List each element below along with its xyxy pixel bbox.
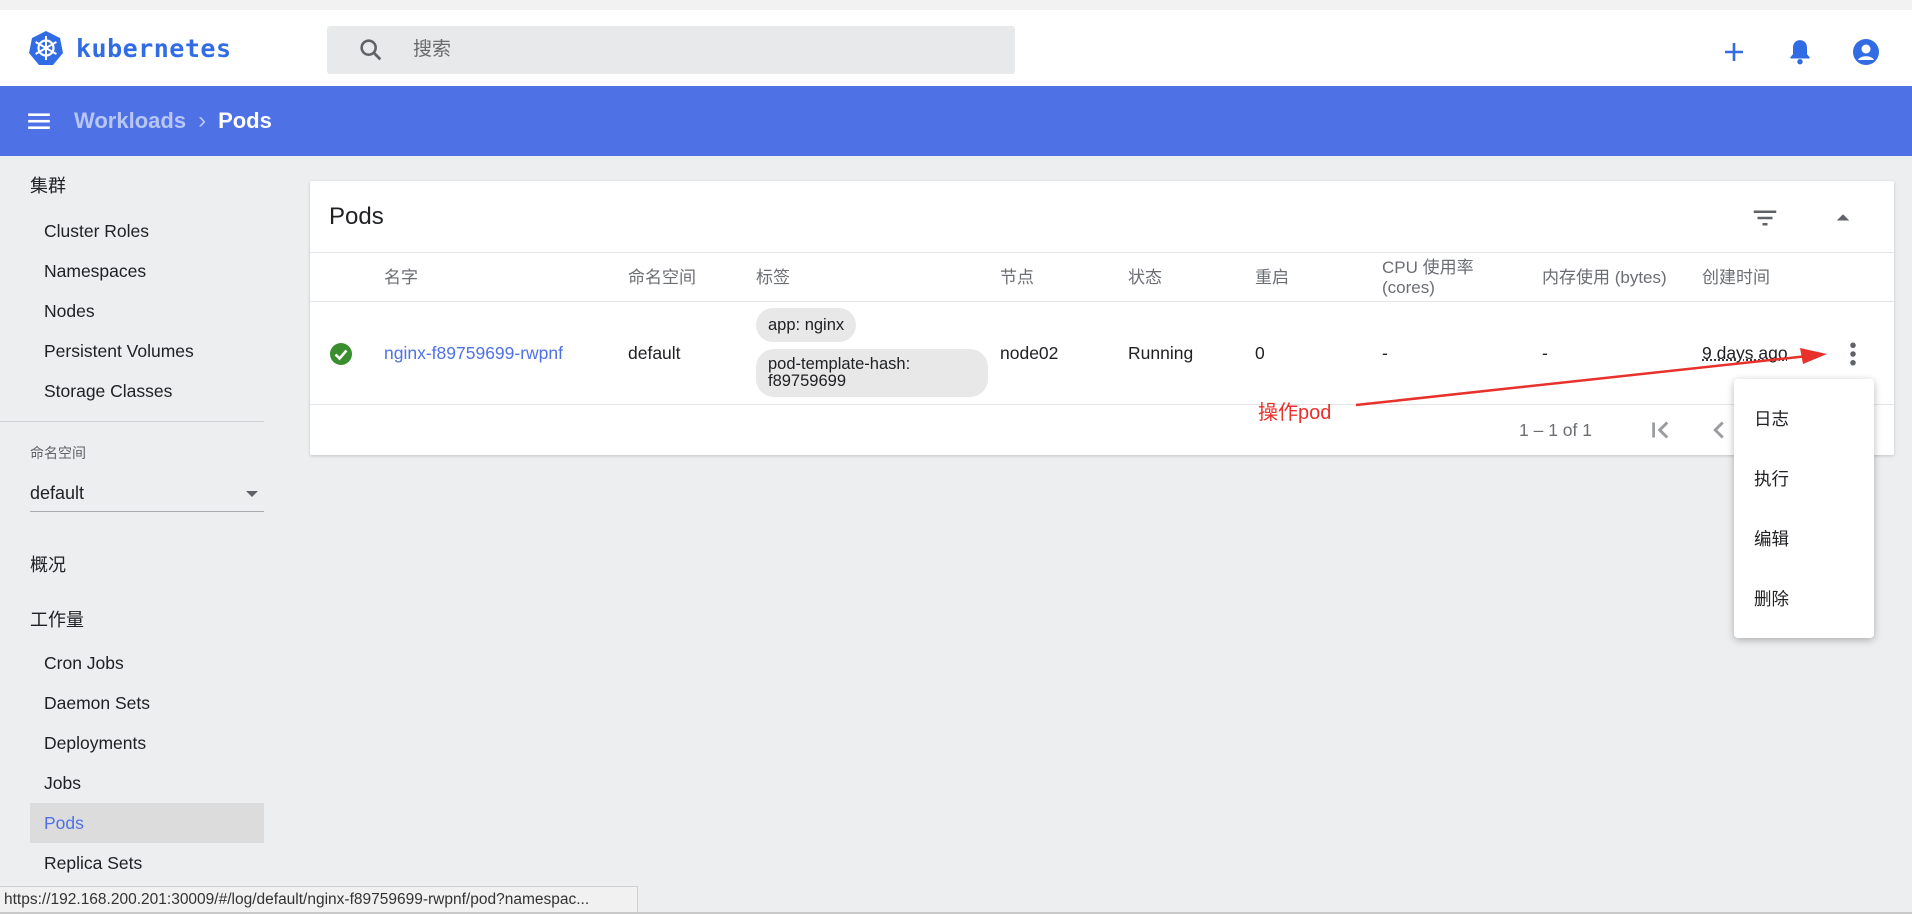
search-bar[interactable]	[327, 26, 1015, 74]
col-labels: 标签	[756, 268, 790, 287]
card-title: Pods	[329, 203, 384, 230]
sidebar-item-jobs[interactable]: Jobs	[30, 763, 264, 803]
sidebar-item-replica-sets[interactable]: Replica Sets	[30, 843, 264, 883]
pod-actions-menu: 日志 执行 编辑 删除	[1734, 379, 1874, 638]
namespace-select[interactable]: default	[30, 476, 264, 512]
sidebar-item-cluster-roles[interactable]: Cluster Roles	[30, 211, 264, 251]
menu-item-edit[interactable]: 编辑	[1754, 523, 1789, 553]
sidebar-item-deployments[interactable]: Deployments	[30, 723, 264, 763]
col-created[interactable]: 创建时间	[1702, 253, 1770, 303]
sidebar-heading-workloads[interactable]: 工作量	[30, 606, 84, 632]
pod-status: Running	[1128, 343, 1194, 363]
collapse-arrow-icon[interactable]	[1828, 203, 1858, 233]
account-icon[interactable]	[1848, 34, 1884, 70]
pods-card: Pods 名字 命名空间 标签 节点 状态 重启 CPU 使用率 (cores)…	[310, 181, 1894, 455]
breadcrumb-toolbar: Workloads › Pods	[0, 86, 1912, 156]
top-actions	[1716, 34, 1884, 70]
check-circle-icon	[330, 343, 352, 365]
table-row: nginx-f89759699-rwpnf default app: nginx…	[310, 302, 1894, 405]
sidebar-divider	[0, 421, 264, 422]
pod-cpu: -	[1382, 343, 1388, 363]
pod-node: node02	[1000, 343, 1059, 363]
top-bar: kubernetes	[0, 0, 1912, 86]
annotation-label: 操作pod	[1258, 402, 1332, 424]
table-header: 名字 命名空间 标签 节点 状态 重启 CPU 使用率 (cores) 内存使用…	[310, 252, 1894, 302]
sidebar-item-namespaces[interactable]: Namespaces	[30, 251, 264, 291]
sidebar-heading-cluster[interactable]: 集群	[30, 172, 66, 198]
plus-icon[interactable]	[1716, 34, 1752, 70]
pod-memory: -	[1542, 343, 1548, 363]
breadcrumb-workloads[interactable]: Workloads	[74, 108, 186, 134]
menu-item-delete[interactable]: 删除	[1754, 583, 1789, 613]
menu-item-logs[interactable]: 日志	[1754, 403, 1789, 433]
label-chip: app: nginx	[756, 308, 857, 342]
menu-icon[interactable]	[26, 108, 52, 134]
sidebar: 集群 Cluster Roles Namespaces Nodes Persis…	[0, 156, 280, 886]
col-namespace: 命名空间	[628, 268, 696, 287]
label-chip: pod-template-hash: f89759699	[756, 349, 988, 397]
col-cpu: CPU 使用率 (cores)	[1382, 258, 1474, 297]
sidebar-item-persistent-volumes[interactable]: Persistent Volumes	[30, 331, 264, 371]
search-icon	[360, 39, 382, 61]
kubernetes-helm-icon	[29, 31, 63, 65]
sidebar-item-pods[interactable]: Pods	[30, 803, 264, 843]
prev-page-icon[interactable]	[1704, 415, 1734, 445]
chevron-right-icon: ›	[198, 107, 207, 134]
pod-name-link[interactable]: nginx-f89759699-rwpnf	[384, 302, 563, 405]
bell-icon[interactable]	[1782, 34, 1818, 70]
pod-restarts: 0	[1255, 343, 1265, 363]
more-vert-icon[interactable]	[1838, 339, 1868, 369]
col-node: 节点	[1000, 268, 1034, 287]
pagination: 1 – 1 of 1	[310, 405, 1894, 455]
dropdown-arrow-icon	[246, 490, 258, 497]
menu-item-exec[interactable]: 执行	[1754, 463, 1789, 493]
sidebar-item-cron-jobs[interactable]: Cron Jobs	[30, 643, 264, 683]
search-input[interactable]	[413, 39, 973, 61]
sidebar-item-daemon-sets[interactable]: Daemon Sets	[30, 683, 264, 723]
pagination-range: 1 – 1 of 1	[1519, 419, 1592, 440]
col-status: 状态	[1128, 268, 1162, 287]
first-page-icon[interactable]	[1646, 415, 1676, 445]
breadcrumb: Workloads › Pods	[74, 107, 272, 135]
namespace-value: default	[30, 483, 85, 503]
filter-icon[interactable]	[1750, 203, 1780, 233]
sidebar-item-storage-classes[interactable]: Storage Classes	[30, 371, 264, 411]
sidebar-item-overview[interactable]: 概况	[30, 551, 66, 577]
col-restarts: 重启	[1255, 268, 1289, 287]
namespace-label: 命名空间	[30, 445, 86, 461]
sidebar-item-nodes[interactable]: Nodes	[30, 291, 264, 331]
col-memory: 内存使用 (bytes)	[1542, 268, 1667, 287]
col-name[interactable]: 名字	[384, 253, 418, 303]
status-url: https://192.168.200.201:30009/#/log/defa…	[0, 886, 638, 914]
logo-text: kubernetes	[76, 33, 232, 63]
kubernetes-logo[interactable]: kubernetes	[28, 30, 232, 66]
breadcrumb-pods: Pods	[218, 108, 272, 133]
pod-namespace: default	[628, 343, 681, 363]
